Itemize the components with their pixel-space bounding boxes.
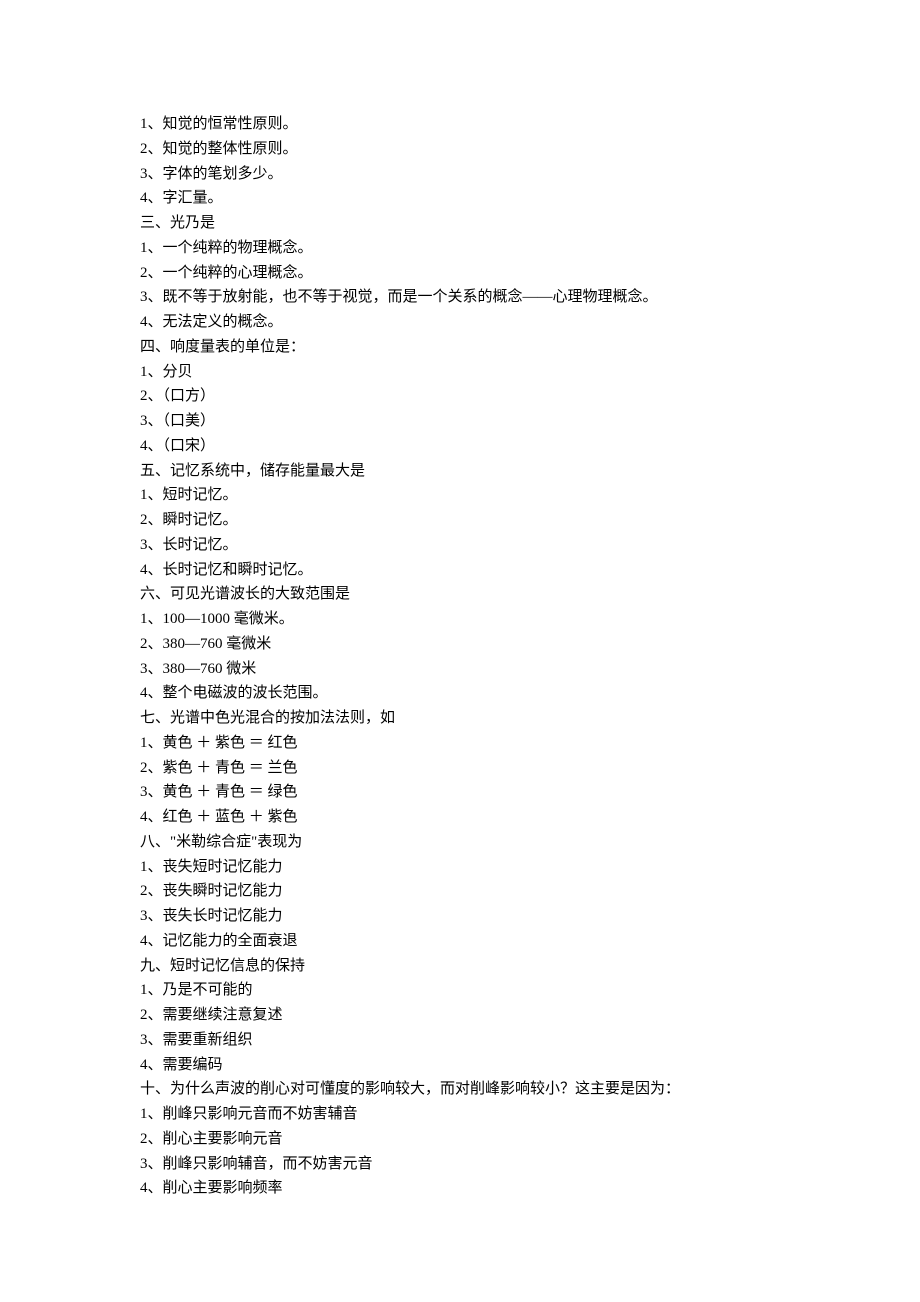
text-line: 3、削峰只影响辅音，而不妨害元音 — [140, 1152, 800, 1177]
text-line: 4、整个电磁波的波长范围。 — [140, 681, 800, 706]
text-line: 4、记忆能力的全面衰退 — [140, 929, 800, 954]
text-line: 4、红色 ＋ 蓝色 ＋ 紫色 — [140, 805, 800, 830]
text-line: 1、黄色 ＋ 紫色 ＝ 红色 — [140, 731, 800, 756]
text-line: 三、光乃是 — [140, 211, 800, 236]
text-line: 九、短时记忆信息的保持 — [140, 954, 800, 979]
text-line: 1、一个纯粹的物理概念。 — [140, 236, 800, 261]
text-line: 1、分贝 — [140, 360, 800, 385]
text-line: 2、知觉的整体性原则。 — [140, 137, 800, 162]
text-line: 3、380—760 微米 — [140, 657, 800, 682]
text-line: 1、短时记忆。 — [140, 483, 800, 508]
text-line: 2、削心主要影响元音 — [140, 1127, 800, 1152]
text-line: 2、（口方） — [140, 384, 800, 409]
text-line: 2、380—760 毫微米 — [140, 632, 800, 657]
text-line: 3、既不等于放射能，也不等于视觉，而是一个关系的概念——心理物理概念。 — [140, 285, 800, 310]
text-line: 1、知觉的恒常性原则。 — [140, 112, 800, 137]
text-line: 1、100—1000 毫微米。 — [140, 607, 800, 632]
text-line: 3、黄色 ＋ 青色 ＝ 绿色 — [140, 780, 800, 805]
text-line: 3、（口美） — [140, 409, 800, 434]
text-line: 3、需要重新组织 — [140, 1028, 800, 1053]
text-line: 四、响度量表的单位是： — [140, 335, 800, 360]
text-line: 4、（口宋） — [140, 434, 800, 459]
text-line: 4、长时记忆和瞬时记忆。 — [140, 558, 800, 583]
text-line: 2、需要继续注意复述 — [140, 1003, 800, 1028]
text-line: 4、字汇量。 — [140, 186, 800, 211]
text-line: 4、需要编码 — [140, 1053, 800, 1078]
text-line: 2、丧失瞬时记忆能力 — [140, 879, 800, 904]
text-line: 3、字体的笔划多少。 — [140, 162, 800, 187]
text-line: 2、瞬时记忆。 — [140, 508, 800, 533]
text-line: 4、无法定义的概念。 — [140, 310, 800, 335]
text-line: 4、削心主要影响频率 — [140, 1176, 800, 1201]
text-line: 3、长时记忆。 — [140, 533, 800, 558]
text-line: 五、记忆系统中，储存能量最大是 — [140, 459, 800, 484]
text-line: 七、光谱中色光混合的按加法法则，如 — [140, 706, 800, 731]
text-line: 六、可见光谱波长的大致范围是 — [140, 582, 800, 607]
text-line: 3、丧失长时记忆能力 — [140, 904, 800, 929]
text-line: 2、紫色 ＋ 青色 ＝ 兰色 — [140, 756, 800, 781]
document-content: 1、知觉的恒常性原则。 2、知觉的整体性原则。 3、字体的笔划多少。 4、字汇量… — [140, 112, 800, 1201]
text-line: 1、乃是不可能的 — [140, 978, 800, 1003]
text-line: 1、削峰只影响元音而不妨害辅音 — [140, 1102, 800, 1127]
text-line: 八、"米勒综合症"表现为 — [140, 830, 800, 855]
text-line: 1、丧失短时记忆能力 — [140, 855, 800, 880]
text-line: 十、为什么声波的削心对可懂度的影响较大，而对削峰影响较小？这主要是因为： — [140, 1077, 800, 1102]
text-line: 2、一个纯粹的心理概念。 — [140, 261, 800, 286]
